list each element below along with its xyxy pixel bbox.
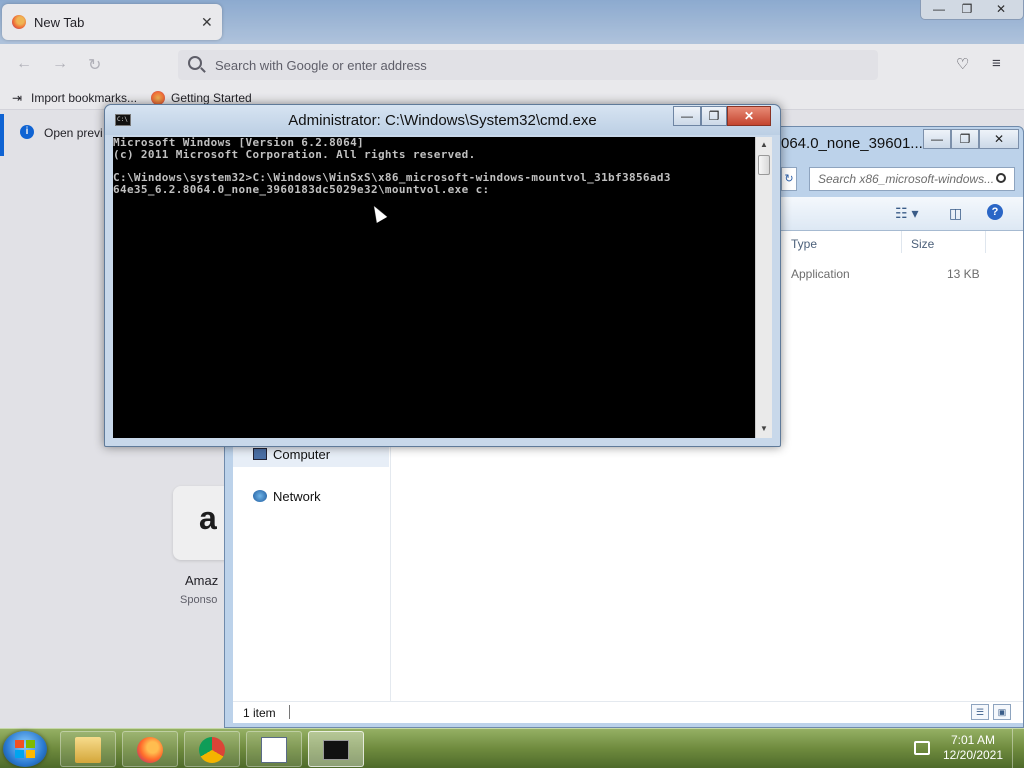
view-options-icon[interactable]: ☷ ▾ [895,205,918,222]
network-icon [253,490,267,502]
status-divider [289,705,290,719]
file-size-cell[interactable]: 13 KB [947,267,980,281]
explorer-search-input[interactable]: Search x86_microsoft-windows... [809,167,1015,191]
column-header-type[interactable]: Type [791,237,817,251]
console-line: Microsoft Windows [Version 6.2.8064] [113,137,365,149]
cmd-close-button[interactable]: ✕ [727,106,771,126]
file-type-cell[interactable]: Application [791,267,850,281]
item-count: 1 item [243,706,276,720]
column-divider [901,231,902,253]
network-tray-icon[interactable] [914,741,930,755]
cmd-minimize-button[interactable]: — [673,106,701,126]
search-icon [996,173,1006,183]
chrome-icon [199,737,225,763]
explorer-title: 064.0_none_39601... [781,135,923,152]
cmd-scrollbar[interactable]: ▲ ▼ [755,137,772,438]
scroll-down-icon[interactable]: ▼ [760,424,768,433]
refresh-icon[interactable]: ↻ [781,167,797,191]
windows-logo-icon [15,740,35,758]
scroll-thumb[interactable] [758,155,770,175]
scroll-up-icon[interactable]: ▲ [760,140,768,149]
preview-pane-icon[interactable]: ◫ [949,205,962,222]
explorer-close-button[interactable]: ✕ [979,129,1019,149]
taskbar: 7:01 AM 12/20/2021 [0,728,1024,768]
explorer-maximize-button[interactable]: ❐ [951,129,979,149]
system-clock[interactable]: 7:01 AM 12/20/2021 [940,733,1006,763]
taskbar-task-list[interactable] [246,731,302,767]
details-view-icon[interactable]: ☰ [971,704,989,720]
column-header-size[interactable]: Size [911,237,934,251]
console-line: 64e35_6.2.8064.0_none_3960183dc5029e32\m… [113,182,490,196]
explorer-minimize-button[interactable]: — [923,129,951,149]
nav-item-computer[interactable]: Computer [253,447,330,462]
computer-icon [253,448,267,460]
column-divider [985,231,986,253]
help-icon[interactable]: ? [987,204,1003,220]
cmd-maximize-button[interactable]: ❐ [701,106,727,126]
console-line: (c) 2011 Microsoft Corporation. All righ… [113,147,476,161]
nav-label-computer: Computer [273,447,331,462]
firefox-icon [137,737,163,763]
explorer-search-placeholder: Search x86_microsoft-windows... [818,172,995,186]
taskbar-chrome[interactable] [184,731,240,767]
checklist-icon [261,737,287,763]
status-bar: 1 item ☰ ▣ [233,701,1023,723]
cmd-title-bar[interactable]: C:\ Administrator: C:\Windows\System32\c… [105,105,780,135]
folder-icon [75,737,101,763]
command-prompt-icon [323,740,349,760]
nav-item-network[interactable]: Network [253,489,321,504]
console-output[interactable]: Microsoft Windows [Version 6.2.8064] (c)… [113,137,755,438]
nav-label-network: Network [273,489,321,504]
start-button[interactable] [3,731,47,767]
clock-date: 12/20/2021 [942,748,1004,762]
large-icons-view-icon[interactable]: ▣ [993,704,1011,720]
clock-time: 7:01 AM [950,733,996,747]
show-desktop-button[interactable] [1012,729,1024,768]
cmd-window: C:\ Administrator: C:\Windows\System32\c… [104,104,781,447]
taskbar-file-explorer[interactable] [60,731,116,767]
taskbar-command-prompt[interactable] [308,731,364,767]
taskbar-firefox[interactable] [122,731,178,767]
